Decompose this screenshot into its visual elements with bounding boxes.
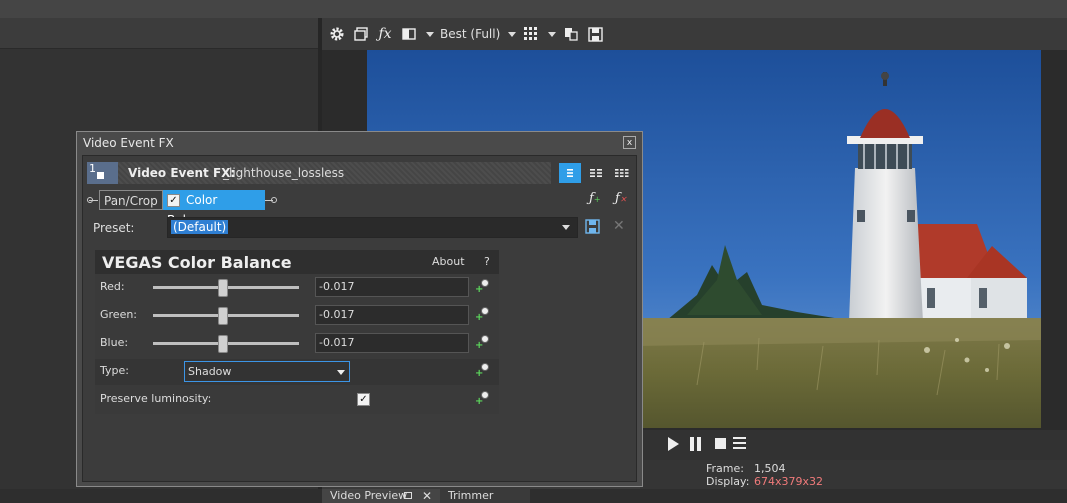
pause-icon[interactable] xyxy=(690,437,702,451)
play-icon[interactable] xyxy=(668,437,679,451)
color-balance-panel: VEGAS Color Balance About ? Red: -0.017 … xyxy=(95,250,499,414)
param-row-green: Green: -0.017 + xyxy=(95,303,499,329)
film-icon xyxy=(97,172,104,179)
keyframe-icon[interactable]: + xyxy=(475,391,489,407)
save-snapshot-icon[interactable] xyxy=(586,25,604,43)
top-strip xyxy=(0,0,1067,18)
param-row-red: Red: -0.017 + xyxy=(95,275,499,301)
red-value-field[interactable]: -0.017 xyxy=(315,277,469,297)
type-select[interactable]: Shadow xyxy=(184,361,350,382)
delete-preset-icon[interactable]: ✕ xyxy=(613,218,625,234)
frame-label: Frame: xyxy=(706,462,744,475)
preview-toolbar: ƒx Best (Full) xyxy=(322,18,1067,50)
tab-trimmer-label: Trimmer xyxy=(448,489,494,502)
param-row-preserve: Preserve luminosity: ✓ + xyxy=(95,387,499,413)
overlay-dropdown-icon[interactable] xyxy=(548,31,557,37)
preserve-luminosity-label: Preserve luminosity: xyxy=(100,392,212,405)
param-label: Red: xyxy=(100,280,125,293)
plugin-enable-checkbox[interactable]: ✓ xyxy=(167,194,180,207)
type-label: Type: xyxy=(100,364,129,377)
param-label: Blue: xyxy=(100,336,129,349)
remove-fx-icon[interactable]: ƒ✕ xyxy=(615,191,627,206)
grid-icon[interactable] xyxy=(522,25,540,43)
single-view-button[interactable] xyxy=(559,163,581,183)
param-label: Green: xyxy=(100,308,138,321)
plugin-header: VEGAS Color Balance About ? xyxy=(95,250,499,274)
blue-slider[interactable] xyxy=(153,335,299,353)
gear-icon[interactable] xyxy=(328,25,346,43)
green-slider[interactable] xyxy=(153,307,299,325)
display-value: 674x379x32 xyxy=(754,475,824,488)
split-screen-dropdown-icon[interactable] xyxy=(426,31,434,37)
fx-icon[interactable]: ƒx xyxy=(376,25,394,43)
stop-icon[interactable] xyxy=(715,438,726,449)
preview-quality-select[interactable]: Best (Full) xyxy=(440,27,500,41)
keyframe-icon[interactable]: + xyxy=(475,335,489,351)
slider-thumb[interactable] xyxy=(218,307,229,325)
about-button[interactable]: About xyxy=(432,255,465,268)
chain-end-node xyxy=(271,197,277,203)
quality-dropdown-icon[interactable] xyxy=(508,31,517,37)
param-row-type: Type: Shadow + xyxy=(95,359,499,385)
columns-icon xyxy=(590,169,602,177)
slider-thumb[interactable] xyxy=(218,279,229,297)
split-view-button[interactable] xyxy=(585,163,607,183)
slider-thumb[interactable] xyxy=(218,335,229,353)
undock-icon[interactable] xyxy=(404,492,412,499)
preview-icon[interactable] xyxy=(352,25,370,43)
fx-chain-name: _lighthouse_lossless xyxy=(223,166,345,180)
tab-video-preview[interactable]: Video Preview ✕ xyxy=(322,489,440,503)
transport-bar xyxy=(640,430,1067,460)
add-fx-icon[interactable]: ƒ+ xyxy=(589,191,601,206)
type-dropdown-icon[interactable] xyxy=(337,370,345,375)
video-event-fx-dialog: Video Event FX x 1 Video Event FX: _ligh… xyxy=(76,131,643,487)
preview-status: Frame: 1,504 Display: 674x379x32 xyxy=(640,460,1067,489)
help-button[interactable]: ? xyxy=(484,255,490,268)
param-row-blue: Blue: -0.017 + xyxy=(95,331,499,357)
keyframe-icon[interactable]: + xyxy=(475,279,489,295)
split-screen-icon[interactable] xyxy=(400,25,418,43)
menu-icon[interactable] xyxy=(733,437,746,450)
preserve-luminosity-checkbox[interactable]: ✓ xyxy=(357,393,370,406)
dialog-titlebar[interactable]: Video Event FX x xyxy=(77,132,642,154)
plugin-title: VEGAS Color Balance xyxy=(102,253,292,272)
keyframe-icon[interactable]: + xyxy=(475,363,489,379)
fx-chain-thumbnail[interactable]: 1 xyxy=(87,162,118,184)
plugin-pan-crop[interactable]: Pan/Crop xyxy=(99,190,163,210)
preset-select[interactable]: (Default) xyxy=(167,217,578,238)
preset-value: (Default) xyxy=(171,220,229,234)
green-value-field[interactable]: -0.017 xyxy=(315,305,469,325)
grid-list-icon xyxy=(615,169,629,177)
keyframe-icon[interactable]: + xyxy=(475,307,489,323)
plugin-pan-crop-label: Pan/Crop xyxy=(104,194,158,208)
preset-label: Preset: xyxy=(93,221,135,235)
dialog-close-button[interactable]: x xyxy=(623,136,636,149)
fx-panel: 1 Video Event FX: _lighthouse_lossless P… xyxy=(82,155,637,482)
close-tab-icon[interactable]: ✕ xyxy=(422,489,432,503)
bottom-tab-bar xyxy=(0,489,1067,503)
save-preset-icon[interactable] xyxy=(585,219,600,238)
tab-video-preview-label: Video Preview xyxy=(330,489,408,502)
plugin-color-balance[interactable]: ✓Color Balance xyxy=(163,190,265,227)
list-icon xyxy=(567,169,573,177)
display-label: Display: xyxy=(706,475,750,488)
grid-view-button[interactable] xyxy=(611,163,633,183)
preset-dropdown-icon[interactable] xyxy=(562,225,570,230)
tab-trimmer[interactable]: Trimmer xyxy=(440,489,530,503)
red-slider[interactable] xyxy=(153,279,299,297)
blue-value-field[interactable]: -0.017 xyxy=(315,333,469,353)
chain-start-node xyxy=(87,197,93,203)
fx-chain-label: Video Event FX: xyxy=(128,166,236,180)
copy-snapshot-icon[interactable] xyxy=(562,25,580,43)
type-value: Shadow xyxy=(188,365,232,378)
frame-value: 1,504 xyxy=(754,462,786,475)
left-panel-header xyxy=(0,18,318,49)
dialog-title: Video Event FX xyxy=(83,136,174,150)
chain-number: 1 xyxy=(89,162,96,175)
